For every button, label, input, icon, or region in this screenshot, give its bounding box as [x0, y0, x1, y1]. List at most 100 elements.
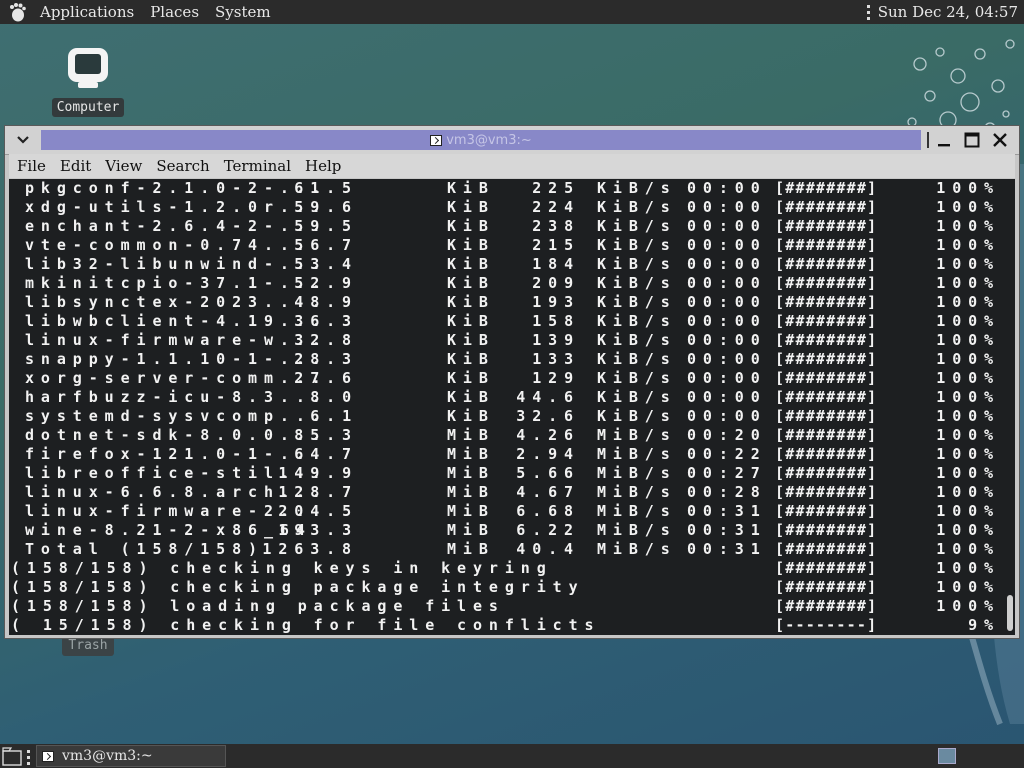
size-unit: KiB [447, 388, 495, 406]
step-message: ( 15/158) checking for file conflicts [11, 616, 601, 634]
progress-percent: 100% [936, 597, 1000, 615]
step-message: (158/158) loading package files [11, 597, 505, 615]
system-menu[interactable]: System [209, 0, 277, 24]
rate-unit: MiB/s [597, 464, 677, 482]
download-rate: 129 [532, 369, 580, 387]
download-row: wine-8.21-2-x86_64 193.3 MiB 6.22 MiB/s 00:31… [9, 521, 1004, 540]
elapsed-time: 00:31 [687, 521, 767, 539]
progress-percent: 100% [936, 369, 1000, 387]
places-menu[interactable]: Places [144, 0, 205, 24]
download-rate: 133 [532, 350, 580, 368]
package-name: pkgconf-2.1.0-2-... [25, 179, 328, 197]
rate-unit: MiB/s [597, 426, 677, 444]
menu-view[interactable]: View [98, 157, 149, 175]
download-rate: 158 [532, 312, 580, 330]
size-unit: KiB [447, 236, 495, 254]
step-row: (158/158) loading package files [########… [9, 597, 1004, 616]
computer-desktop-icon[interactable]: Computer [46, 46, 130, 117]
rate-unit: KiB/s [597, 407, 677, 425]
step-message: (158/158) checking package integrity [11, 578, 585, 596]
bottom-panel: vm3@vm3:~ [0, 744, 1024, 768]
download-rate: 4.67 [516, 483, 580, 501]
panel-handle-icon[interactable] [866, 4, 872, 20]
rate-unit: KiB/s [597, 312, 677, 330]
scrollbar-thumb[interactable] [1007, 595, 1013, 631]
package-name: lib32-libunwind-... [25, 255, 328, 273]
rate-unit: MiB/s [597, 445, 677, 463]
size-unit: KiB [447, 407, 495, 425]
terminal-menubar: File Edit View Search Terminal Help [9, 154, 1015, 178]
window-titlebar[interactable]: vm3@vm3:~ [5, 126, 1019, 155]
package-size: 8.0 [310, 388, 358, 406]
progress-bar: [########] [775, 350, 878, 368]
progress-bar: [########] [775, 540, 878, 558]
show-desktop-icon[interactable] [2, 746, 22, 766]
close-button[interactable] [991, 131, 1009, 149]
download-rate: 193 [532, 293, 580, 311]
window-title: vm3@vm3:~ [41, 130, 921, 150]
progress-percent: 100% [936, 198, 1000, 216]
progress-percent: 100% [936, 578, 1000, 596]
progress-bar: [########] [775, 274, 878, 292]
download-rate: 139 [532, 331, 580, 349]
size-unit: KiB [447, 369, 495, 387]
download-rate: 6.22 [516, 521, 580, 539]
progress-bar: [########] [775, 483, 878, 501]
rate-unit: MiB/s [597, 540, 677, 558]
download-row: xdg-utils-1.2.0r... 59.6 KiB 224 KiB/s 00:00 [… [9, 198, 1004, 217]
terminal-scrollbar[interactable] [1004, 179, 1015, 635]
terminal-icon [430, 134, 443, 146]
package-size: 193.3 [278, 521, 358, 539]
package-size: 149.9 [278, 464, 358, 482]
package-name: systemd-sysvcomp... [25, 407, 328, 425]
download-rate: 2.94 [516, 445, 580, 463]
menu-terminal[interactable]: Terminal [217, 157, 298, 175]
terminal-icon [42, 750, 54, 762]
progress-percent: 100% [936, 483, 1000, 501]
progress-percent: 100% [936, 445, 1000, 463]
rate-unit: KiB/s [597, 388, 677, 406]
chevron-down-icon[interactable] [15, 132, 31, 148]
progress-bar: [--------] [775, 616, 878, 634]
download-rate: 40.4 [516, 540, 580, 558]
size-unit: MiB [447, 426, 495, 444]
rate-unit: KiB/s [597, 293, 677, 311]
package-name: linux-firmware-w... [25, 331, 328, 349]
menu-edit[interactable]: Edit [53, 157, 98, 175]
size-unit: KiB [447, 274, 495, 292]
rate-unit: KiB/s [597, 217, 677, 235]
maximize-button[interactable] [963, 131, 981, 149]
taskbar-terminal-button[interactable]: vm3@vm3:~ [36, 745, 226, 767]
rate-unit: KiB/s [597, 255, 677, 273]
window-title-text: vm3@vm3:~ [446, 132, 532, 148]
rate-unit: KiB/s [597, 350, 677, 368]
package-size: 59.6 [294, 198, 358, 216]
workspace-switcher[interactable] [938, 748, 956, 764]
title-separator [927, 132, 929, 148]
title-area[interactable]: vm3@vm3:~ [41, 130, 921, 150]
download-row: linux-firmware-w... 32.8 KiB 139 KiB/s 00:00 [… [9, 331, 1004, 350]
terminal-output[interactable]: pkgconf-2.1.0-2-... 61.5 KiB 225 KiB/s 00:00 [… [9, 179, 1015, 635]
minimize-button[interactable] [935, 131, 953, 149]
download-row: snappy-1.1.10-1-... 28.3 KiB 133 KiB/s 00:00 [… [9, 350, 1004, 369]
elapsed-time: 00:00 [687, 274, 767, 292]
download-rate: 5.66 [516, 464, 580, 482]
menu-help[interactable]: Help [298, 157, 348, 175]
applications-menu[interactable]: Applications [34, 0, 140, 24]
trash-label[interactable]: Trash [62, 638, 114, 656]
progress-bar: [########] [775, 179, 878, 197]
menu-file[interactable]: File [9, 157, 53, 175]
progress-percent: 100% [936, 521, 1000, 539]
size-unit: MiB [447, 521, 495, 539]
progress-bar: [########] [775, 255, 878, 273]
panel-handle-icon[interactable] [27, 750, 30, 765]
gnome-foot-icon[interactable] [6, 1, 28, 23]
package-name: libwbclient-4.19... [25, 312, 328, 330]
step-row: ( 15/158) checking for file conflicts [--… [9, 616, 1004, 635]
clock[interactable]: Sun Dec 24, 04:57 [878, 3, 1018, 21]
download-row: dotnet-sdk-8.0.0... 85.3 MiB 4.26 MiB/s 00:20… [9, 426, 1004, 445]
task-label: vm3@vm3:~ [62, 748, 153, 764]
package-name: vte-common-0.74... [25, 236, 312, 254]
menu-search[interactable]: Search [149, 157, 216, 175]
download-rate: 209 [532, 274, 580, 292]
